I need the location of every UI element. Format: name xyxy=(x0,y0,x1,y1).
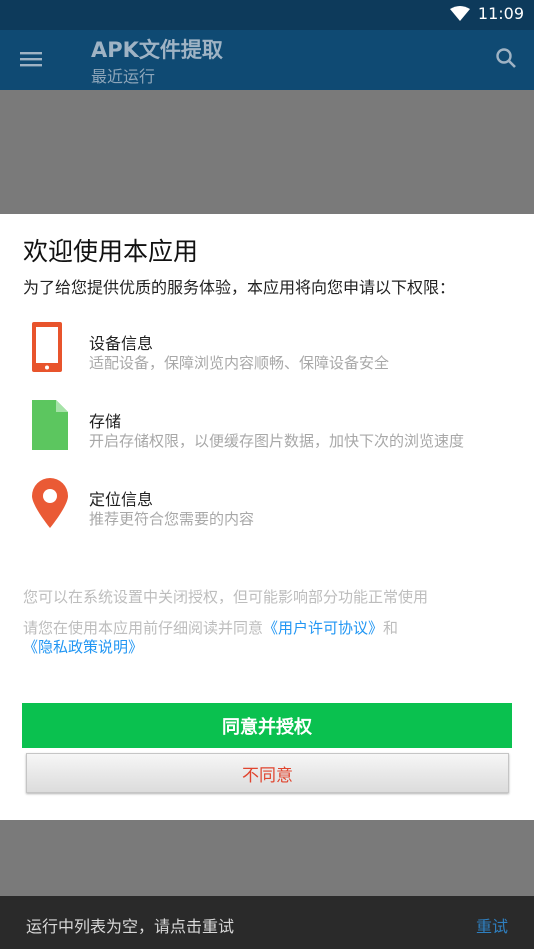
user-agreement-link[interactable]: 《用户许可协议》 xyxy=(263,619,383,637)
permission-desc: 适配设备，保障浏览内容顺畅、保障设备安全 xyxy=(89,354,390,372)
snackbar-message: 运行中列表为空，请点击重试 xyxy=(26,917,235,936)
agreement-prefix: 请您在使用本应用前仔细阅读并同意 xyxy=(23,619,264,637)
location-pin-icon xyxy=(32,478,68,528)
file-icon xyxy=(32,400,68,450)
dialog-intro: 为了给您提供优质的服务体验，本应用将向您申请以下权限： xyxy=(23,278,456,297)
permission-location: 定位信息 推荐更符合您需要的内容 xyxy=(22,476,522,546)
menu-icon[interactable] xyxy=(20,49,44,71)
status-bar: 11:09 xyxy=(0,0,534,30)
app-subtitle: 最近运行 xyxy=(91,67,156,86)
permission-title: 定位信息 xyxy=(89,490,154,509)
permission-title: 存储 xyxy=(89,412,122,431)
permission-dialog: 欢迎使用本应用 为了给您提供优质的服务体验，本应用将向您申请以下权限： 设备信息… xyxy=(0,214,534,820)
disagree-button[interactable]: 不同意 xyxy=(26,753,509,793)
status-time: 11:09 xyxy=(477,4,524,23)
permission-storage: 存储 开启存储权限，以便缓存图片数据，加快下次的浏览速度 xyxy=(22,398,522,468)
permission-desc: 推荐更符合您需要的内容 xyxy=(89,510,255,528)
retry-button[interactable]: 重试 xyxy=(476,913,508,937)
permission-device-info: 设备信息 适配设备，保障浏览内容顺畅、保障设备安全 xyxy=(22,320,522,390)
app-title: APK文件提取 xyxy=(91,38,223,62)
and-text: 和 xyxy=(383,619,399,637)
dialog-title: 欢迎使用本应用 xyxy=(23,237,199,266)
search-icon[interactable] xyxy=(494,46,518,70)
phone-icon xyxy=(32,322,62,372)
wifi-icon xyxy=(449,5,470,21)
settings-note: 您可以在系统设置中关闭授权，但可能影响部分功能正常使用 xyxy=(23,588,429,606)
app-bar: APK文件提取 最近运行 xyxy=(0,30,534,90)
agreement-note: 请您在使用本应用前仔细阅读并同意《用户许可协议》和《隐私政策说明》 xyxy=(23,619,513,657)
agree-button[interactable]: 同意并授权 xyxy=(22,703,512,748)
snackbar: 运行中列表为空，请点击重试 重试 xyxy=(0,896,534,949)
permission-desc: 开启存储权限，以便缓存图片数据，加快下次的浏览速度 xyxy=(89,432,465,450)
privacy-policy-link[interactable]: 《隐私政策说明》 xyxy=(23,638,143,656)
permission-title: 设备信息 xyxy=(89,334,154,353)
